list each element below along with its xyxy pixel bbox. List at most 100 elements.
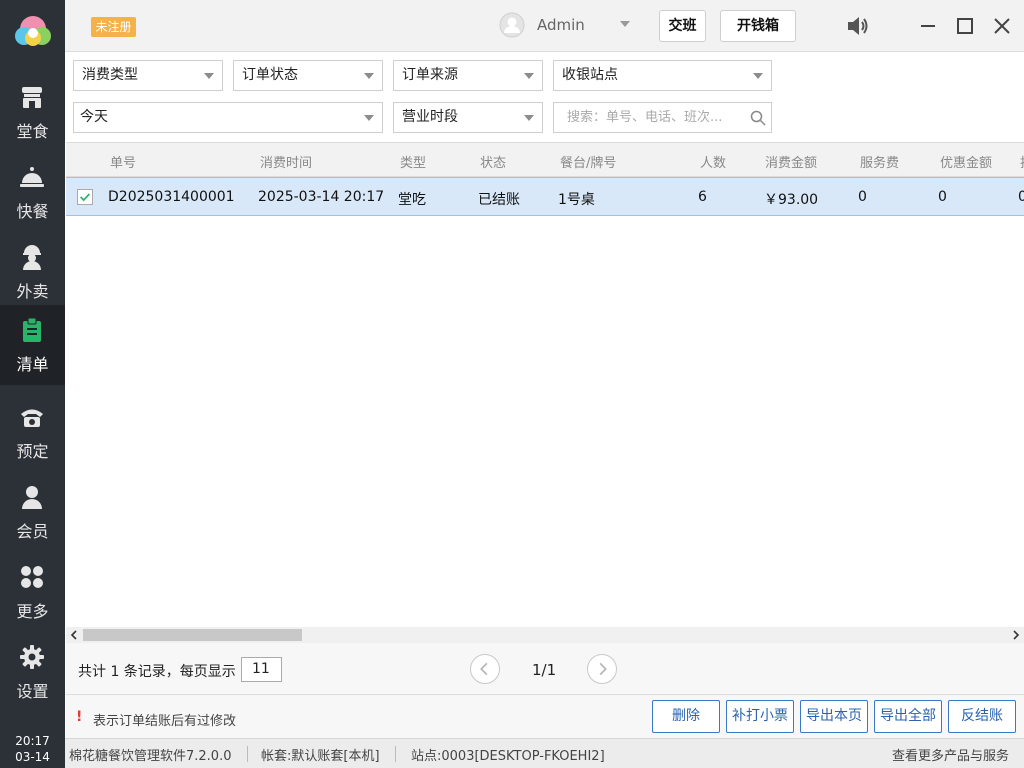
cashier-station-select[interactable]: 收银站点 <box>553 60 772 91</box>
app-logo-icon <box>15 16 51 46</box>
scroll-left-icon[interactable] <box>68 629 80 641</box>
user-name[interactable]: Admin <box>537 16 585 34</box>
store-icon <box>22 87 42 108</box>
sidebar-item-label: 会员 <box>16 522 49 541</box>
page-indicator: 1/1 <box>532 661 557 679</box>
column-header-guests[interactable]: 人数 <box>700 152 726 171</box>
cell-extra: 0 <box>1018 189 1024 205</box>
cell-discount: 0 <box>938 189 947 205</box>
gear-icon <box>20 645 44 669</box>
station-info: 站点:0003[DESKTOP-FKOEHI2] <box>411 749 605 764</box>
search-box <box>553 102 772 133</box>
table-header: 单号 消费时间 类型 状态 餐台/牌号 人数 消费金额 服务费 优惠金额 抹 <box>66 142 1024 177</box>
row-checkbox[interactable] <box>77 189 93 205</box>
column-header-type[interactable]: 类型 <box>400 152 426 171</box>
status-divider <box>395 746 396 762</box>
service-bell-icon <box>20 167 44 187</box>
business-period-select[interactable]: 营业时段 <box>393 102 543 133</box>
clock-time: 20:17 <box>15 734 50 748</box>
minimize-icon[interactable] <box>915 13 941 39</box>
unregistered-badge[interactable]: 未注册 <box>91 17 136 37</box>
business-period-value: 营业时段 <box>402 109 458 125</box>
column-header-table[interactable]: 餐台/牌号 <box>560 152 616 171</box>
title-bar: 未注册 Admin 交班 开钱箱 <box>65 0 1024 52</box>
sidebar-item-label: 外卖 <box>16 282 49 301</box>
column-header-extra[interactable]: 抹 <box>1020 152 1024 171</box>
clock-date: 03-14 <box>15 750 50 764</box>
close-icon[interactable] <box>989 13 1015 39</box>
open-cash-drawer-button[interactable]: 开钱箱 <box>720 10 796 42</box>
export-all-button[interactable]: 导出全部 <box>874 700 942 733</box>
avatar[interactable] <box>499 12 525 38</box>
delete-button[interactable]: 删除 <box>652 700 720 733</box>
column-header-amount[interactable]: 消费金额 <box>765 152 817 171</box>
export-page-button[interactable]: 导出本页 <box>800 700 868 733</box>
chevron-down-icon <box>364 73 374 79</box>
scroll-right-icon[interactable] <box>1010 629 1022 641</box>
sidebar-item-fast-food[interactable]: 快餐 <box>0 152 65 232</box>
sidebar-item-label: 预定 <box>16 442 49 461</box>
sidebar-item-label: 堂食 <box>16 122 49 141</box>
page-size-input[interactable]: 11 <box>241 657 282 682</box>
chevron-down-icon <box>524 115 534 121</box>
total-records-text: 共计 1 条记录，每页显示 <box>78 664 236 680</box>
scrollbar-thumb[interactable] <box>83 629 302 641</box>
chevron-down-icon[interactable] <box>620 21 630 27</box>
action-bar: ! 表示订单结账后有过修改 删除 补打小票 导出本页 导出全部 反结账 <box>66 695 1024 738</box>
sidebar-item-dine-in[interactable]: 堂食 <box>0 72 65 152</box>
date-range-select[interactable]: 今天 <box>73 102 383 133</box>
cashier-station-value: 收银站点 <box>562 67 618 83</box>
chevron-down-icon <box>204 73 214 79</box>
status-bar: 棉花糖餐饮管理软件7.2.0.0 帐套:默认账套[本机] 站点:0003[DES… <box>65 738 1024 768</box>
column-header-service-fee[interactable]: 服务费 <box>860 152 899 171</box>
chevron-down-icon <box>364 115 374 121</box>
search-icon[interactable] <box>750 110 766 126</box>
date-range-value: 今天 <box>80 109 108 125</box>
order-status-select[interactable]: 订单状态 <box>233 60 383 91</box>
sidebar-item-label: 清单 <box>16 355 49 374</box>
sidebar-item-reservation[interactable]: 预定 <box>0 392 65 472</box>
sidebar-item-members[interactable]: 会员 <box>0 472 65 552</box>
telephone-icon <box>21 409 43 427</box>
order-source-value: 订单来源 <box>402 67 458 83</box>
search-input[interactable] <box>555 104 745 131</box>
unsettle-button[interactable]: 反结账 <box>948 700 1016 733</box>
cell-order-no: D2025031400001 <box>108 189 235 205</box>
maximize-icon[interactable] <box>952 13 978 39</box>
reprint-receipt-button[interactable]: 补打小票 <box>726 700 794 733</box>
column-header-status[interactable]: 状态 <box>480 152 506 171</box>
column-header-time[interactable]: 消费时间 <box>260 152 312 171</box>
cell-time: 2025-03-14 20:17 <box>258 189 385 205</box>
order-source-select[interactable]: 订单来源 <box>393 60 543 91</box>
cell-status: 已结账 <box>478 192 520 208</box>
product-version: 棉花糖餐饮管理软件7.2.0.0 <box>69 749 232 764</box>
sidebar-item-takeout[interactable]: 外卖 <box>0 232 65 312</box>
cell-table: 1号桌 <box>558 192 595 208</box>
next-page-button[interactable] <box>587 654 617 684</box>
prev-page-button[interactable] <box>470 654 500 684</box>
warning-icon: ! <box>76 709 83 725</box>
column-header-order-no[interactable]: 单号 <box>110 152 136 171</box>
member-icon <box>22 486 42 509</box>
clipboard-icon <box>23 317 41 342</box>
sidebar-item-more[interactable]: 更多 <box>0 552 65 632</box>
clock: 20:17 03-14 <box>0 733 65 765</box>
consume-type-select[interactable]: 消费类型 <box>73 60 223 91</box>
account-set: 帐套:默认账套[本机] <box>261 749 380 764</box>
horizontal-scrollbar[interactable] <box>66 627 1024 643</box>
column-header-discount[interactable]: 优惠金额 <box>940 152 992 171</box>
chevron-down-icon <box>524 73 534 79</box>
sidebar-item-settings[interactable]: 设置 <box>0 632 65 712</box>
sidebar-item-orders[interactable]: 清单 <box>0 305 65 385</box>
sidebar-item-label: 设置 <box>16 682 49 701</box>
sidebar-item-label: 更多 <box>16 602 49 621</box>
consume-type-value: 消费类型 <box>82 67 138 83</box>
delivery-person-icon <box>23 245 41 270</box>
table-body <box>66 216 1024 626</box>
chevron-down-icon <box>753 73 763 79</box>
shift-handover-button[interactable]: 交班 <box>659 10 706 42</box>
table-row[interactable]: D2025031400001 2025-03-14 20:17 堂吃 已结账 1… <box>66 177 1024 216</box>
speaker-icon[interactable] <box>845 13 871 39</box>
cell-service-fee: 0 <box>858 189 867 205</box>
more-products-link[interactable]: 查看更多产品与服务 <box>892 745 1009 764</box>
